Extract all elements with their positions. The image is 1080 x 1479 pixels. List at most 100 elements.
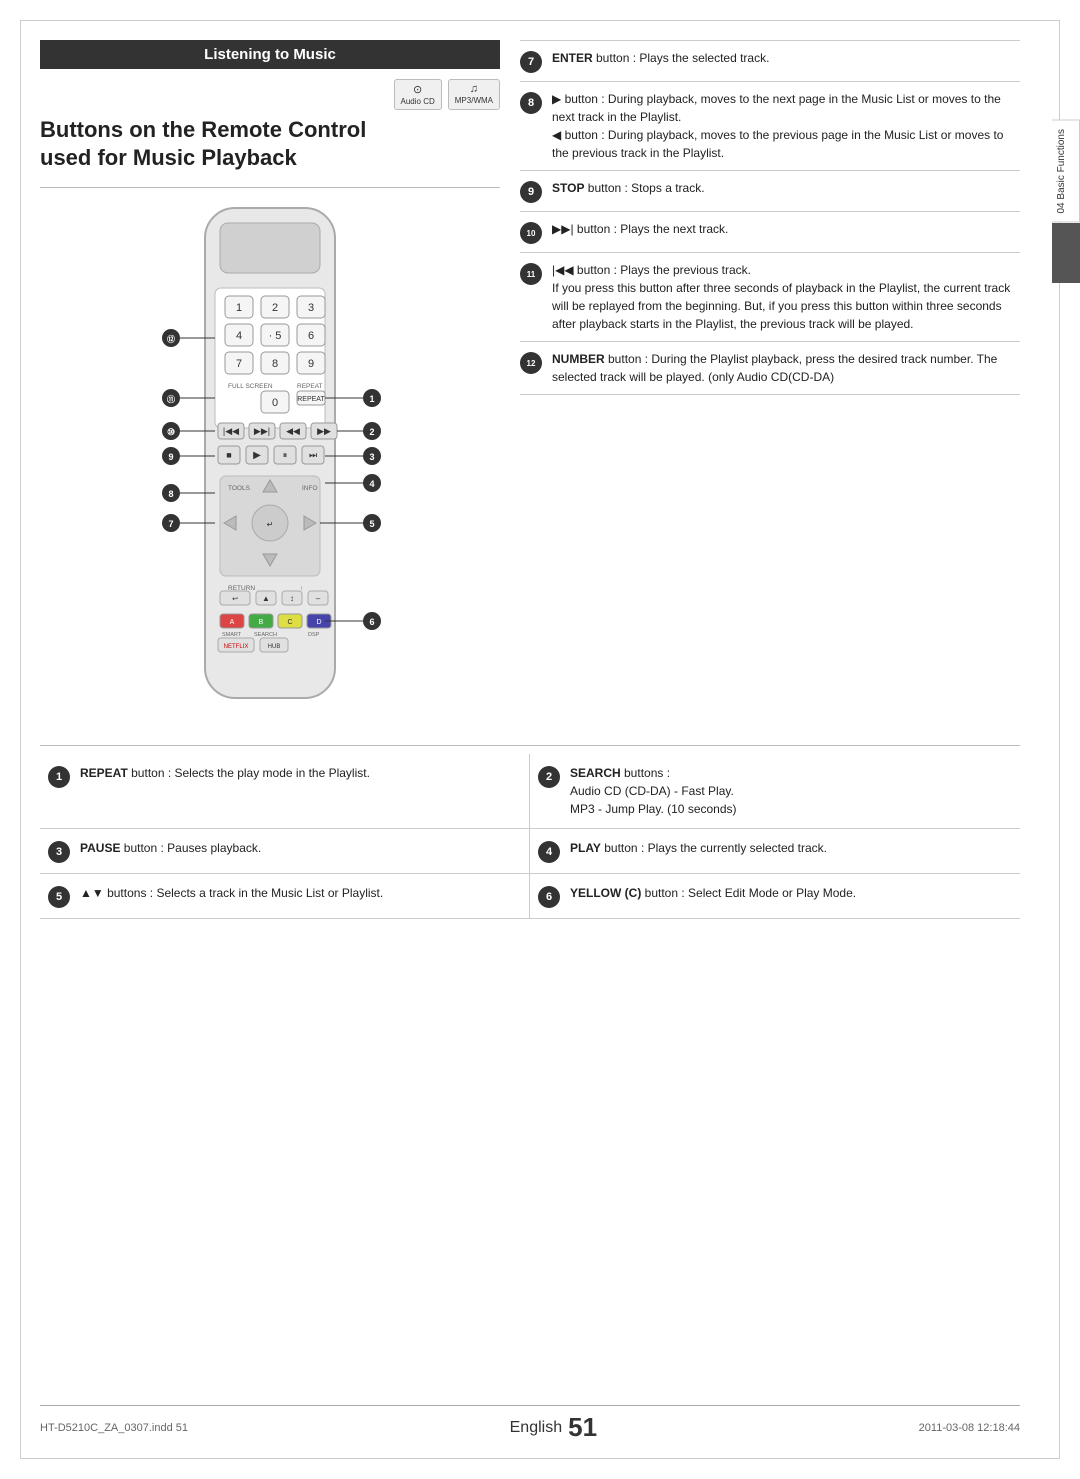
bottom-item-number-3: 3 [48, 841, 70, 863]
section-title: Listening to Music [204, 46, 336, 63]
svg-text:1: 1 [236, 302, 242, 314]
svg-text:A: A [230, 619, 235, 626]
right-item-8: 8 ▶ button : During playback, moves to th… [520, 82, 1020, 171]
svg-text:▲: ▲ [262, 594, 270, 603]
svg-text:6: 6 [369, 617, 374, 627]
bottom-item-text-6: YELLOW (C) button : Select Edit Mode or … [570, 884, 856, 902]
svg-text:⑪: ⑪ [167, 394, 175, 404]
svg-text:6: 6 [308, 330, 314, 342]
svg-text:◀◀: ◀◀ [286, 426, 300, 436]
svg-text:SEARCH: SEARCH [254, 632, 277, 638]
svg-text:NETFLIX: NETFLIX [224, 644, 249, 650]
page-number-area: English 51 [510, 1412, 597, 1443]
svg-text:↕: ↕ [290, 594, 294, 603]
svg-text:4: 4 [236, 330, 242, 342]
page-number: 51 [568, 1412, 597, 1443]
mp3-wma-icon: ♫ MP3/WMA [448, 79, 500, 110]
svg-text:INFO: INFO [302, 485, 318, 492]
page-label: English [510, 1419, 562, 1437]
svg-text:SMART: SMART [222, 632, 242, 638]
svg-text:9: 9 [168, 452, 173, 462]
svg-text:4: 4 [369, 479, 374, 489]
item-number-7: 7 [520, 51, 542, 73]
remote-svg: 1 2 3 4 · 5 6 7 [150, 198, 390, 718]
bottom-item-text-2: SEARCH buttons :Audio CD (CD-DA) - Fast … [570, 764, 737, 818]
top-section: Listening to Music ⊙ Audio CD ♫ MP3/WMA … [40, 40, 1020, 721]
svg-text:DSP: DSP [308, 632, 320, 638]
item-text-11: |◀◀ button : Plays the previous track.If… [552, 261, 1020, 333]
svg-text:REPEAT: REPEAT [297, 396, 325, 403]
svg-text:5: 5 [369, 519, 374, 529]
page-subtitle: Buttons on the Remote Controlused for Mu… [40, 116, 500, 171]
bottom-item-text-4: PLAY button : Plays the currently select… [570, 839, 827, 857]
svg-text:⑩: ⑩ [167, 427, 175, 437]
remote-illustration: 1 2 3 4 · 5 6 7 [150, 198, 390, 721]
svg-text:2: 2 [369, 427, 374, 437]
page-footer: HT-D5210C_ZA_0307.indd 51 English 51 201… [40, 1405, 1020, 1443]
bottom-item-number-2: 2 [538, 766, 560, 788]
svg-text:▶▶: ▶▶ [317, 426, 331, 436]
svg-text:FULL SCREEN: FULL SCREEN [228, 383, 273, 390]
section-title-bar: Listening to Music [40, 40, 500, 69]
svg-text:⏸: ⏸ [283, 450, 288, 460]
item-number-10: 10 [520, 222, 542, 244]
item-text-12: NUMBER button : During the Playlist play… [552, 350, 1020, 386]
svg-text:B: B [259, 619, 264, 626]
right-item-9: 9STOP button : Stops a track. [520, 171, 1020, 212]
right-item-11: 11 |◀◀ button : Plays the previous track.… [520, 253, 1020, 342]
item-text-10: ▶▶| button : Plays the next track. [552, 220, 1020, 238]
svg-text:▶▶|: ▶▶| [254, 426, 270, 436]
right-item-10: 10 ▶▶| button : Plays the next track. [520, 212, 1020, 253]
svg-text:1: 1 [369, 394, 374, 404]
left-column: Listening to Music ⊙ Audio CD ♫ MP3/WMA … [40, 40, 500, 721]
svg-text:8: 8 [168, 489, 173, 499]
svg-text:↵: ↵ [267, 520, 274, 529]
side-tab-label: 04 Basic Functions [1052, 120, 1080, 223]
right-item-7: 7ENTER button : Plays the selected track… [520, 40, 1020, 82]
bottom-item-number-5: 5 [48, 886, 70, 908]
item-number-8: 8 [520, 92, 542, 114]
bottom-item-text-3: PAUSE button : Pauses playback. [80, 839, 261, 857]
svg-text:–: – [316, 594, 321, 603]
bottom-item-text-5: ▲▼ buttons : Selects a track in the Musi… [80, 884, 383, 902]
svg-text:■: ■ [226, 450, 231, 460]
side-tab-accent [1052, 223, 1080, 283]
svg-text:C: C [287, 619, 292, 626]
audio-cd-icon: ⊙ Audio CD [394, 79, 442, 110]
svg-text:8: 8 [272, 358, 278, 370]
bottom-item-number-6: 6 [538, 886, 560, 908]
bottom-item-number-1: 1 [48, 766, 70, 788]
bottom-item-1: 1 REPEAT button : Selects the play mode i… [40, 754, 530, 829]
bottom-grid: 1 REPEAT button : Selects the play mode i… [40, 754, 1020, 919]
item-number-9: 9 [520, 181, 542, 203]
bottom-item-3: 3 PAUSE button : Pauses playback. [40, 829, 530, 874]
svg-text:⏭: ⏭ [309, 450, 317, 460]
svg-text:REPEAT: REPEAT [297, 383, 323, 390]
media-icons-row: ⊙ Audio CD ♫ MP3/WMA [40, 79, 500, 110]
svg-text:⑫: ⑫ [167, 334, 175, 344]
bottom-item-5: 5 ▲▼ buttons : Selects a track in the Mus… [40, 874, 530, 919]
svg-text:2: 2 [272, 302, 278, 314]
footer-left-text: HT-D5210C_ZA_0307.indd 51 [40, 1422, 188, 1434]
svg-text:D: D [316, 619, 321, 626]
item-number-12: 12 [520, 352, 542, 374]
svg-text:▶: ▶ [253, 450, 261, 461]
bottom-item-6: 6 YELLOW (C) button : Select Edit Mode or… [530, 874, 1020, 919]
right-item-12: 12 NUMBER button : During the Playlist pl… [520, 342, 1020, 395]
svg-text:· 5: · 5 [269, 330, 282, 342]
remote-container: 1 2 3 4 · 5 6 7 [40, 198, 500, 721]
bottom-item-text-1: REPEAT button : Selects the play mode in… [80, 764, 370, 782]
right-column: 7ENTER button : Plays the selected track… [520, 40, 1020, 721]
footer-right-text: 2011-03-08 12:18:44 [919, 1422, 1020, 1434]
right-items-list: 7ENTER button : Plays the selected track… [520, 40, 1020, 395]
item-number-11: 11 [520, 263, 542, 285]
item-text-8: ▶ button : During playback, moves to the… [552, 90, 1020, 162]
main-content: Listening to Music ⊙ Audio CD ♫ MP3/WMA … [40, 30, 1020, 1449]
svg-text:↩: ↩ [232, 596, 238, 603]
svg-text:|◀◀: |◀◀ [223, 426, 239, 436]
subtitle-divider [40, 187, 500, 188]
svg-text:TOOLS: TOOLS [228, 485, 251, 492]
svg-text:7: 7 [168, 519, 173, 529]
bottom-item-2: 2 SEARCH buttons :Audio CD (CD-DA) - Fast… [530, 754, 1020, 829]
bottom-section: 1 REPEAT button : Selects the play mode i… [40, 745, 1020, 919]
